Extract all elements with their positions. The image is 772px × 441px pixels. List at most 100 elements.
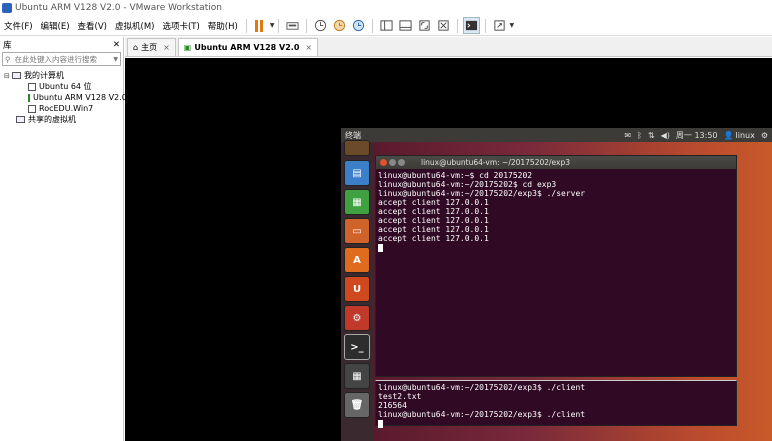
tab-home[interactable]: ⌂ 主页 × <box>127 38 176 56</box>
terminal-line: accept client 127.0.0.1 <box>378 225 489 234</box>
fullscreen-icon <box>419 20 431 31</box>
clock[interactable]: 周一 13:50 <box>676 130 718 141</box>
toolbar-separator <box>278 18 280 33</box>
sidebar-layout-icon <box>380 20 393 31</box>
trash-icon[interactable]: 🗑 <box>344 392 370 418</box>
stretch-view-button[interactable] <box>491 17 508 34</box>
terminal-line: accept client 127.0.0.1 <box>378 216 489 225</box>
terminal-line: 216564 <box>378 401 407 410</box>
terminal-cursor <box>378 419 383 428</box>
keyboard-icon <box>286 22 299 30</box>
window-titlebar: Ubuntu ARM V128 V2.0 - VMware Workstatio… <box>0 0 772 16</box>
tree-item-vm[interactable]: Ubuntu ARM V128 V2.0 <box>0 92 127 103</box>
user-name[interactable]: linux <box>736 131 755 140</box>
shared-vms-icon <box>16 116 25 123</box>
ubuntu-top-panel: 终端 ✉ ᛒ ⇅ ◀) 周一 13:50 👤 linux ⚙ <box>341 128 772 142</box>
vm-tree: ⊟ 我的计算机 Ubuntu 64 位 Ubuntu ARM V128 V2.0… <box>0 70 127 125</box>
menu-help[interactable]: 帮助(H) <box>204 20 242 32</box>
tree-item-shared-vms[interactable]: 共享的虚拟机 <box>0 114 123 125</box>
stretch-dropdown-icon[interactable]: ▼ <box>509 22 514 29</box>
library-search-input[interactable]: ⚲ 在此处键入内容进行搜索 ▼ <box>2 52 121 66</box>
vm-running-icon <box>28 93 30 102</box>
vm-icon <box>28 104 36 113</box>
software-center-icon[interactable]: A <box>344 247 370 273</box>
search-icon: ⚲ <box>5 54 11 64</box>
toolbar-separator <box>485 18 487 33</box>
menu-view[interactable]: 查看(V) <box>74 20 111 32</box>
toolbar-separator <box>457 18 459 33</box>
suspend-button[interactable] <box>252 17 269 34</box>
close-window-icon[interactable] <box>380 159 387 166</box>
impress-icon[interactable]: ▭ <box>344 218 370 244</box>
menu-bar: 文件(F) 编辑(E) 查看(V) 虚拟机(M) 选项卡(T) 帮助(H) ▼ … <box>0 16 772 36</box>
desktop-area: linux@ubuntu64-vm: ~/20175202/exp3 linux… <box>373 142 772 441</box>
tree-item-vm[interactable]: Ubuntu 64 位 <box>0 81 123 92</box>
home-icon: ⌂ <box>133 43 139 52</box>
menu-vm[interactable]: 虚拟机(M) <box>111 20 158 32</box>
gear-icon[interactable]: ⚙ <box>761 131 768 140</box>
full-screen-button[interactable] <box>416 17 433 34</box>
revert-snapshot-button[interactable] <box>331 17 348 34</box>
settings-icon[interactable]: ⚙ <box>344 305 370 331</box>
mail-icon[interactable]: ✉ <box>624 131 631 140</box>
terminal-icon[interactable]: >_ <box>344 334 370 360</box>
show-library-button[interactable] <box>378 17 395 34</box>
terminal-line: linux@ubuntu64-vm:~/20175202/exp3$ ./cli… <box>378 383 586 392</box>
vm-console[interactable]: 终端 ✉ ᛒ ⇅ ◀) 周一 13:50 👤 linux ⚙ ▤ ▦ ▭ A U… <box>125 58 772 441</box>
send-ctrl-alt-del-button[interactable] <box>284 17 301 34</box>
terminal-title: linux@ubuntu64-vm: ~/20175202/exp3 <box>421 158 570 167</box>
terminal-line: linux@ubuntu64-vm:~$ cd 20175202 <box>378 171 533 180</box>
ubuntu-one-icon[interactable]: U <box>344 276 370 302</box>
active-app-title: 终端 <box>345 130 361 140</box>
unity-mode-button[interactable] <box>435 17 452 34</box>
maximize-window-icon[interactable] <box>398 159 405 166</box>
library-title: 库 <box>3 40 12 51</box>
menu-tabs[interactable]: 选项卡(T) <box>158 20 203 32</box>
terminal-line: accept client 127.0.0.1 <box>378 234 489 243</box>
firefox-icon[interactable] <box>344 140 370 156</box>
collapse-icon[interactable]: ⊟ <box>4 72 12 80</box>
tree-item-vm[interactable]: RocEDU.Win7 <box>0 103 123 114</box>
terminal-window-client[interactable]: linux@ubuntu64-vm:~/20175202/exp3$ ./cli… <box>375 380 737 428</box>
terminal-line: linux@ubuntu64-vm:~/20175202$ cd exp3 <box>378 180 557 189</box>
tree-label: 我的计算机 <box>24 71 64 80</box>
chevron-down-icon[interactable]: ▼ <box>113 56 118 63</box>
terminal-output[interactable]: linux@ubuntu64-vm:~$ cd 20175202 linux@ub… <box>376 169 736 254</box>
terminal-line: accept client 127.0.0.1 <box>378 207 489 216</box>
window-title: Ubuntu ARM V128 V2.0 - VMware Workstatio… <box>15 3 222 13</box>
bluetooth-icon[interactable]: ᛒ <box>637 131 642 140</box>
thumbnail-layout-icon <box>399 20 412 31</box>
network-icon[interactable]: ⇅ <box>648 131 655 140</box>
computer-icon <box>12 72 21 79</box>
library-panel: 库 ✕ ⚲ 在此处键入内容进行搜索 ▼ ⊟ 我的计算机 Ubuntu 64 位 … <box>0 37 127 441</box>
show-thumbnail-bar-button[interactable] <box>397 17 414 34</box>
vm-tab-icon: ▣ <box>183 43 192 52</box>
snapshot-manager-button[interactable] <box>350 17 367 34</box>
tab-label: Ubuntu ARM V128 V2.0 <box>194 43 300 52</box>
close-icon[interactable]: ✕ <box>113 40 120 50</box>
terminal-window-server[interactable]: linux@ubuntu64-vm: ~/20175202/exp3 linux… <box>375 155 737 377</box>
tree-item-my-computer[interactable]: ⊟ 我的计算机 <box>0 70 123 81</box>
volume-icon[interactable]: ◀) <box>661 131 670 140</box>
minimize-window-icon[interactable] <box>389 159 396 166</box>
ubuntu-desktop[interactable]: 终端 ✉ ᛒ ⇅ ◀) 周一 13:50 👤 linux ⚙ ▤ ▦ ▭ A U… <box>341 128 772 441</box>
close-icon[interactable]: × <box>163 43 170 52</box>
terminal-output[interactable]: linux@ubuntu64-vm:~/20175202/exp3$ ./cli… <box>376 381 736 430</box>
menu-file[interactable]: 文件(F) <box>0 20 37 32</box>
console-view-button[interactable] <box>463 17 481 34</box>
tab-label: 主页 <box>141 43 158 52</box>
suspend-dropdown-icon[interactable]: ▼ <box>270 22 275 29</box>
ubuntu-launcher: ▤ ▦ ▭ A U ⚙ >_ ▦ 🗑 <box>341 140 373 441</box>
tab-ubuntu-arm[interactable]: ▣ Ubuntu ARM V128 V2.0 × <box>177 38 319 56</box>
stretch-icon <box>494 20 506 31</box>
close-icon[interactable]: × <box>305 43 312 52</box>
snapshot-button[interactable] <box>312 17 329 34</box>
workspace-icon[interactable]: ▦ <box>344 363 370 389</box>
user-icon[interactable]: 👤 <box>724 131 734 140</box>
terminal-cursor <box>378 243 383 252</box>
menu-edit[interactable]: 编辑(E) <box>37 20 74 32</box>
terminal-line: accept client 127.0.0.1 <box>378 198 489 207</box>
calc-icon[interactable]: ▦ <box>344 189 370 215</box>
vmware-app-icon <box>2 3 12 13</box>
writer-icon[interactable]: ▤ <box>344 160 370 186</box>
